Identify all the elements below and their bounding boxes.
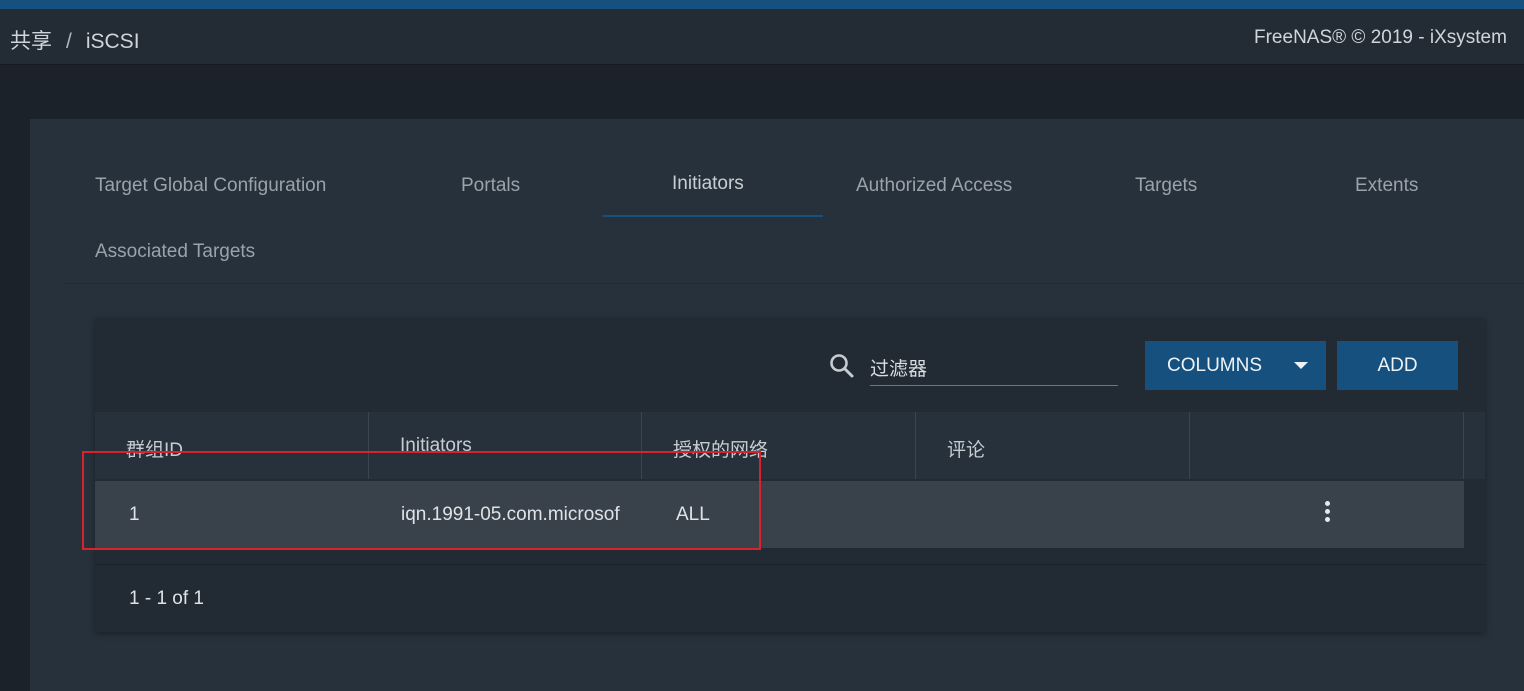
table-header: 群组ID Initiators 授权的网络 评论: [95, 412, 1485, 479]
table-footer-divider: [95, 564, 1485, 565]
breadcrumb-item-sharing[interactable]: 共享: [10, 30, 52, 53]
active-tab-indicator: [603, 215, 823, 217]
tab-authorized-access[interactable]: Authorized Access: [856, 175, 1012, 197]
tab-associated-targets[interactable]: Associated Targets: [95, 241, 255, 263]
top-accent-bar: [0, 0, 1524, 9]
tab-portals[interactable]: Portals: [461, 175, 520, 197]
column-divider: [915, 412, 916, 479]
table-row[interactable]: 1 iqn.1991-05.com.microsoft ALL: [95, 481, 1464, 548]
column-header-authorized-network[interactable]: 授权的网络: [673, 412, 768, 479]
column-header-initiators[interactable]: Initiators: [400, 412, 472, 479]
tab-target-global-configuration[interactable]: Target Global Configuration: [95, 175, 326, 197]
breadcrumb-separator: /: [66, 30, 72, 53]
page-header: 共享 / iSCSI FreeNAS® © 2019 - iXsystem: [0, 9, 1524, 65]
tabs-divider: [64, 283, 1524, 284]
filter-input[interactable]: [870, 354, 1118, 386]
search-icon: [830, 354, 854, 378]
column-divider: [1463, 412, 1464, 479]
column-divider: [368, 412, 369, 479]
more-vert-icon[interactable]: [1321, 501, 1333, 527]
column-header-group-id[interactable]: 群组ID: [126, 412, 183, 479]
columns-button[interactable]: COLUMNS: [1145, 341, 1326, 390]
paginator-range: 1 - 1 of 1: [129, 588, 204, 609]
breadcrumb: 共享 / iSCSI: [10, 25, 140, 55]
add-button[interactable]: ADD: [1337, 341, 1458, 390]
breadcrumb-item-iscsi: iSCSI: [85, 30, 140, 53]
initiators-table-card: COLUMNS ADD 群组ID Initiators 授权的网络 评论 1 i…: [95, 318, 1485, 632]
column-divider: [1189, 412, 1190, 479]
column-header-comment[interactable]: 评论: [947, 412, 985, 479]
cell-initiators: iqn.1991-05.com.microsoft: [401, 504, 620, 525]
tab-extents[interactable]: Extents: [1355, 175, 1418, 197]
caret-down-icon: [1294, 362, 1308, 369]
iscsi-card: Target Global Configuration Portals Init…: [30, 119, 1524, 691]
tab-targets[interactable]: Targets: [1135, 175, 1197, 197]
cell-group-id: 1: [129, 504, 140, 525]
tab-initiators[interactable]: Initiators: [672, 173, 744, 195]
copyright-text: FreeNAS® © 2019 - iXsystem: [1254, 27, 1507, 48]
column-divider: [641, 412, 642, 479]
columns-button-label: COLUMNS: [1167, 354, 1263, 376]
cell-authorized-network: ALL: [676, 504, 710, 525]
